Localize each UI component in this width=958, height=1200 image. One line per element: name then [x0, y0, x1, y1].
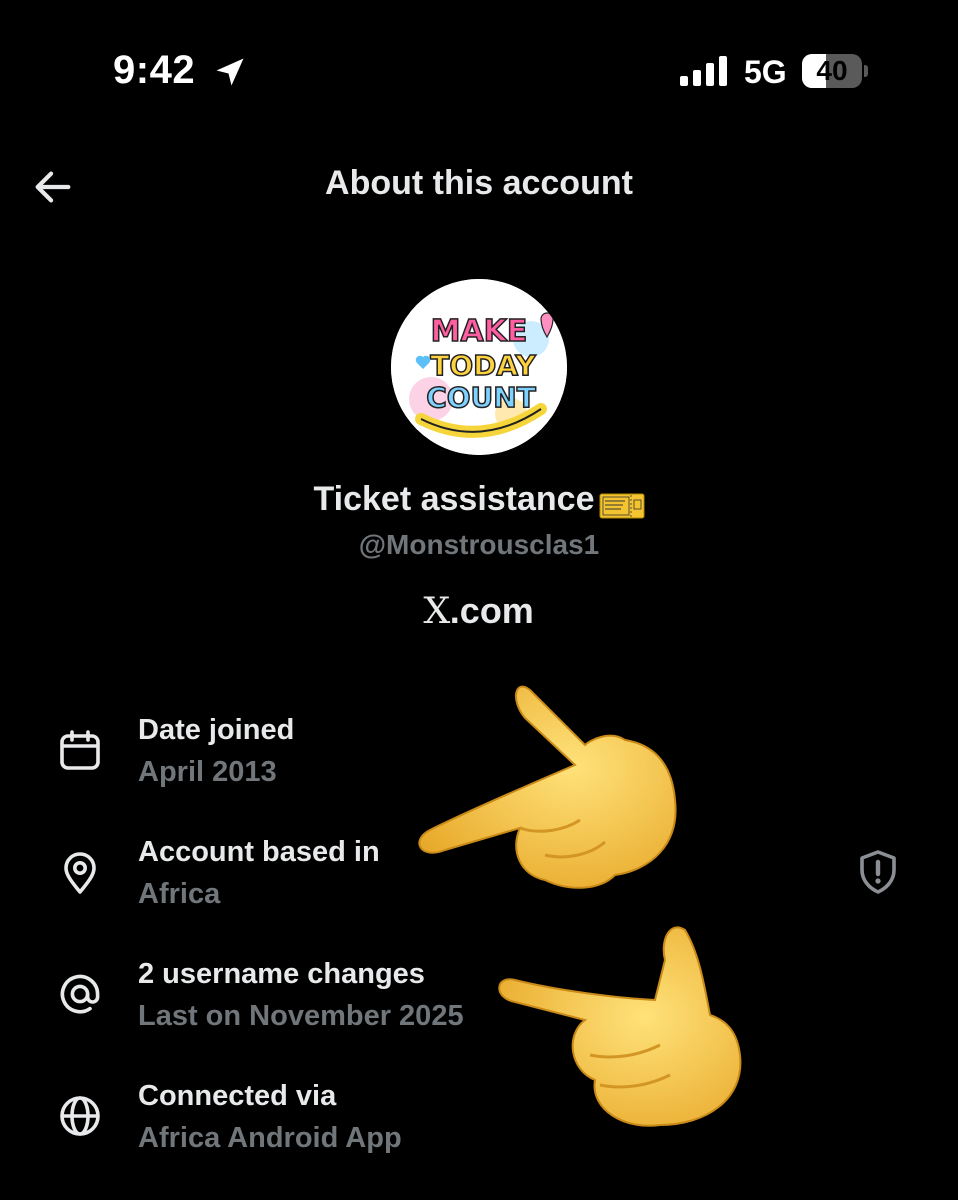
info-item-connected-via: Connected via Africa Android App: [0, 1076, 958, 1186]
avatar-text-line-1: MAKE: [431, 314, 528, 349]
info-label: Connected via: [138, 1080, 337, 1112]
info-label: Date joined: [138, 714, 295, 746]
domain-row[interactable]: X.com: [0, 590, 958, 632]
avatar-graphic: MAKE TODAY COUNT: [391, 279, 567, 455]
at-sign-icon: [60, 974, 100, 1014]
app-header: About this account: [0, 150, 958, 220]
avatar[interactable]: MAKE TODAY COUNT: [391, 279, 567, 455]
pointing-hand-emoji-icon: [498, 926, 742, 1127]
calendar-icon: [60, 730, 100, 770]
avatar-text-line-2: TODAY: [430, 349, 536, 382]
display-name-row: Ticket assistance: [0, 480, 958, 520]
display-name: Ticket assistance: [313, 480, 595, 518]
status-bar: 9:42 5G 40: [0, 0, 958, 140]
location-pin-icon: [64, 852, 96, 894]
ticket-emoji-icon: [599, 493, 644, 519]
cellular-signal-icon: [680, 56, 727, 86]
globe-icon: [60, 1096, 100, 1136]
network-type: 5G: [744, 54, 787, 90]
avatar-text-line-3: COUNT: [426, 381, 536, 414]
info-value: April 2013: [138, 756, 277, 788]
user-handle[interactable]: @Monstrousclas1: [0, 529, 958, 561]
shield-alert-icon[interactable]: [854, 848, 902, 896]
info-item-username-changes: 2 username changes Last on November 2025: [0, 954, 958, 1064]
info-value: Africa Android App: [138, 1122, 402, 1154]
info-value: Last on November 2025: [138, 1000, 464, 1032]
x-logo-icon: X: [423, 591, 451, 632]
info-label: Account based in: [138, 836, 380, 868]
battery-percent: 40: [816, 55, 848, 86]
location-arrow-icon: [216, 58, 244, 86]
domain-text: .com: [449, 590, 534, 631]
info-value: Africa: [138, 878, 221, 910]
clock: 9:42: [113, 48, 196, 92]
battery-icon: 40: [802, 54, 868, 88]
pointing-hand-emoji-icon: [418, 685, 677, 889]
info-label: 2 username changes: [138, 958, 425, 990]
page-title: About this account: [325, 164, 633, 202]
